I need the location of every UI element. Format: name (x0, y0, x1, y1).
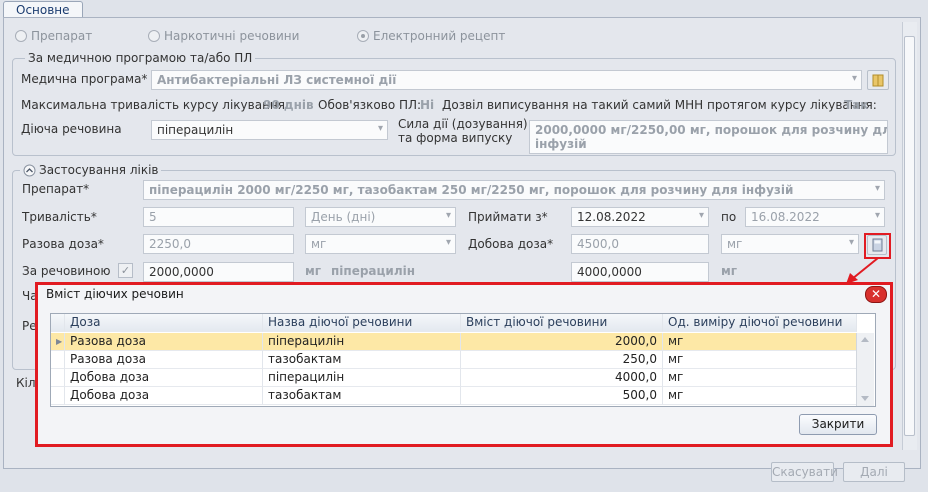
program-group-title: За медичною програмою та/або ПЛ (25, 51, 256, 65)
grid-scrollbar[interactable] (856, 333, 874, 406)
required-label: Обов'язково ПЛ: (318, 98, 422, 112)
table-row[interactable]: ▶ Разова доза піперацилін 2000,0 мг (51, 333, 857, 351)
quantity-label: Кіл (16, 376, 36, 390)
column-header-amount[interactable]: Вміст діючої речовини (461, 314, 663, 332)
radio-drug[interactable]: Препарат (15, 29, 92, 43)
to-label: по (721, 210, 737, 224)
by-substance-checkbox[interactable]: ✓ (118, 263, 133, 278)
by-substance-unit: мг (305, 264, 322, 278)
daily-by-substance-unit: мг (721, 264, 738, 278)
daily-by-substance-field[interactable]: 4000,0000 (571, 262, 709, 282)
substance-combo[interactable]: піперацилін (151, 120, 388, 140)
substances-grid: Доза Назва діючої речовини Вміст діючої … (50, 313, 876, 407)
dialog-title: Вміст діючих речовин (46, 287, 184, 301)
radio-e-prescription[interactable]: Електронний рецепт (357, 29, 505, 43)
duration-field[interactable]: 5 (143, 207, 294, 227)
duration-unit-combo[interactable]: День (дні) (305, 207, 456, 227)
table-row[interactable]: Добова доза тазобактам 500,0 мг (51, 387, 857, 405)
drug-combo[interactable]: піперацилін 2000 мг/2250 мг, тазобактам … (143, 180, 885, 200)
single-dose-unit-combo[interactable]: мг (305, 234, 456, 254)
take-from-label: Приймати з* (468, 210, 548, 224)
column-header-substance[interactable]: Назва діючої речовини (263, 314, 461, 332)
substance-label: Діюча речовина (21, 122, 122, 136)
single-dose-label: Разова доза* (22, 237, 104, 251)
by-substance-name: піперацилін (331, 264, 416, 278)
next-button[interactable]: Далі (843, 462, 905, 482)
drug-label: Препарат* (22, 182, 90, 196)
book-icon (872, 74, 884, 87)
column-header-unit[interactable]: Од. виміру діючої речовини (663, 314, 857, 332)
close-button[interactable]: Закрити (799, 414, 877, 435)
radio-dot-selected (357, 30, 369, 42)
allow-value: Так (844, 98, 869, 112)
scroll-up-icon (861, 337, 869, 342)
single-dose-field[interactable]: 2250,0 (143, 234, 294, 254)
max-duration-value: 90 днів (263, 98, 314, 112)
table-row[interactable]: Добова доза піперацилін 4000,0 мг (51, 369, 857, 387)
strength-field[interactable]: 2000,0000 мг/2250,00 мг, порошок для роз… (529, 120, 888, 154)
allow-label: Дозвіл виписування на такий самий МНН пр… (442, 98, 877, 112)
collapse-icon (23, 164, 36, 176)
row-indicator-icon: ▶ (51, 333, 65, 351)
cancel-button[interactable]: Скасувати (771, 462, 838, 482)
daily-dose-unit-combo[interactable]: мг (721, 234, 859, 254)
radio-dot (148, 30, 160, 42)
table-row[interactable]: Разова доза тазобактам 250,0 мг (51, 351, 857, 369)
by-substance-label: За речовиною (22, 264, 111, 278)
daily-dose-label: Добова доза* (468, 237, 554, 251)
scroll-down-icon (861, 396, 869, 401)
dialog-close-icon[interactable]: ✕ (865, 286, 887, 303)
strength-label: Сила дії (дозування) та форма випуску (398, 117, 528, 145)
to-date[interactable]: 16.08.2022 (745, 207, 885, 227)
program-combo[interactable]: Антибактеріальні ЛЗ системної дії (151, 70, 862, 90)
usage-group-title[interactable]: Застосування ліків (20, 163, 162, 177)
app-window: Основне Препарат Наркотичні речовини Еле… (0, 0, 928, 492)
program-lookup-button[interactable] (867, 70, 889, 90)
grid-header: Доза Назва діючої речовини Вміст діючої … (51, 314, 857, 332)
max-duration-label: Максимальна тривалість курсу лікування (21, 98, 285, 112)
radio-narcotic[interactable]: Наркотичні речовини (148, 29, 299, 43)
required-value: Ні (420, 98, 435, 112)
take-from-date[interactable]: 12.08.2022 (571, 207, 709, 227)
tab-main[interactable]: Основне (3, 1, 83, 18)
main-scrollbar-thumb[interactable] (904, 36, 915, 436)
radio-dot (15, 30, 27, 42)
daily-dose-field[interactable]: 4500,0 (571, 234, 709, 254)
by-substance-field[interactable]: 2000,0000 (143, 262, 294, 282)
column-header-dose[interactable]: Доза (65, 314, 263, 332)
program-label: Медична програма* (21, 72, 148, 86)
duration-label: Тривалість* (22, 210, 97, 224)
header-indicator (51, 314, 65, 332)
